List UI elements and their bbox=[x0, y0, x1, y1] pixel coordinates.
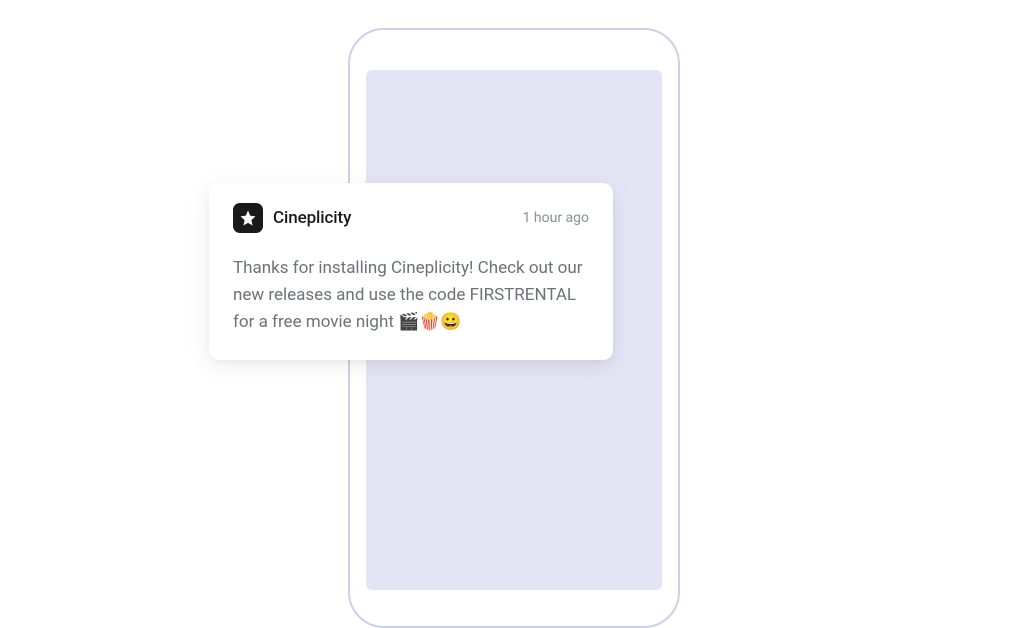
star-icon bbox=[239, 209, 257, 227]
notification-message: Thanks for installing Cineplicity! Check… bbox=[233, 255, 589, 336]
notification-timestamp: 1 hour ago bbox=[523, 210, 589, 226]
app-icon bbox=[233, 203, 263, 233]
notification-app-info: Cineplicity bbox=[233, 203, 351, 233]
notification-header: Cineplicity 1 hour ago bbox=[233, 203, 589, 233]
notification-card[interactable]: Cineplicity 1 hour ago Thanks for instal… bbox=[209, 183, 613, 360]
app-name: Cineplicity bbox=[273, 208, 351, 228]
